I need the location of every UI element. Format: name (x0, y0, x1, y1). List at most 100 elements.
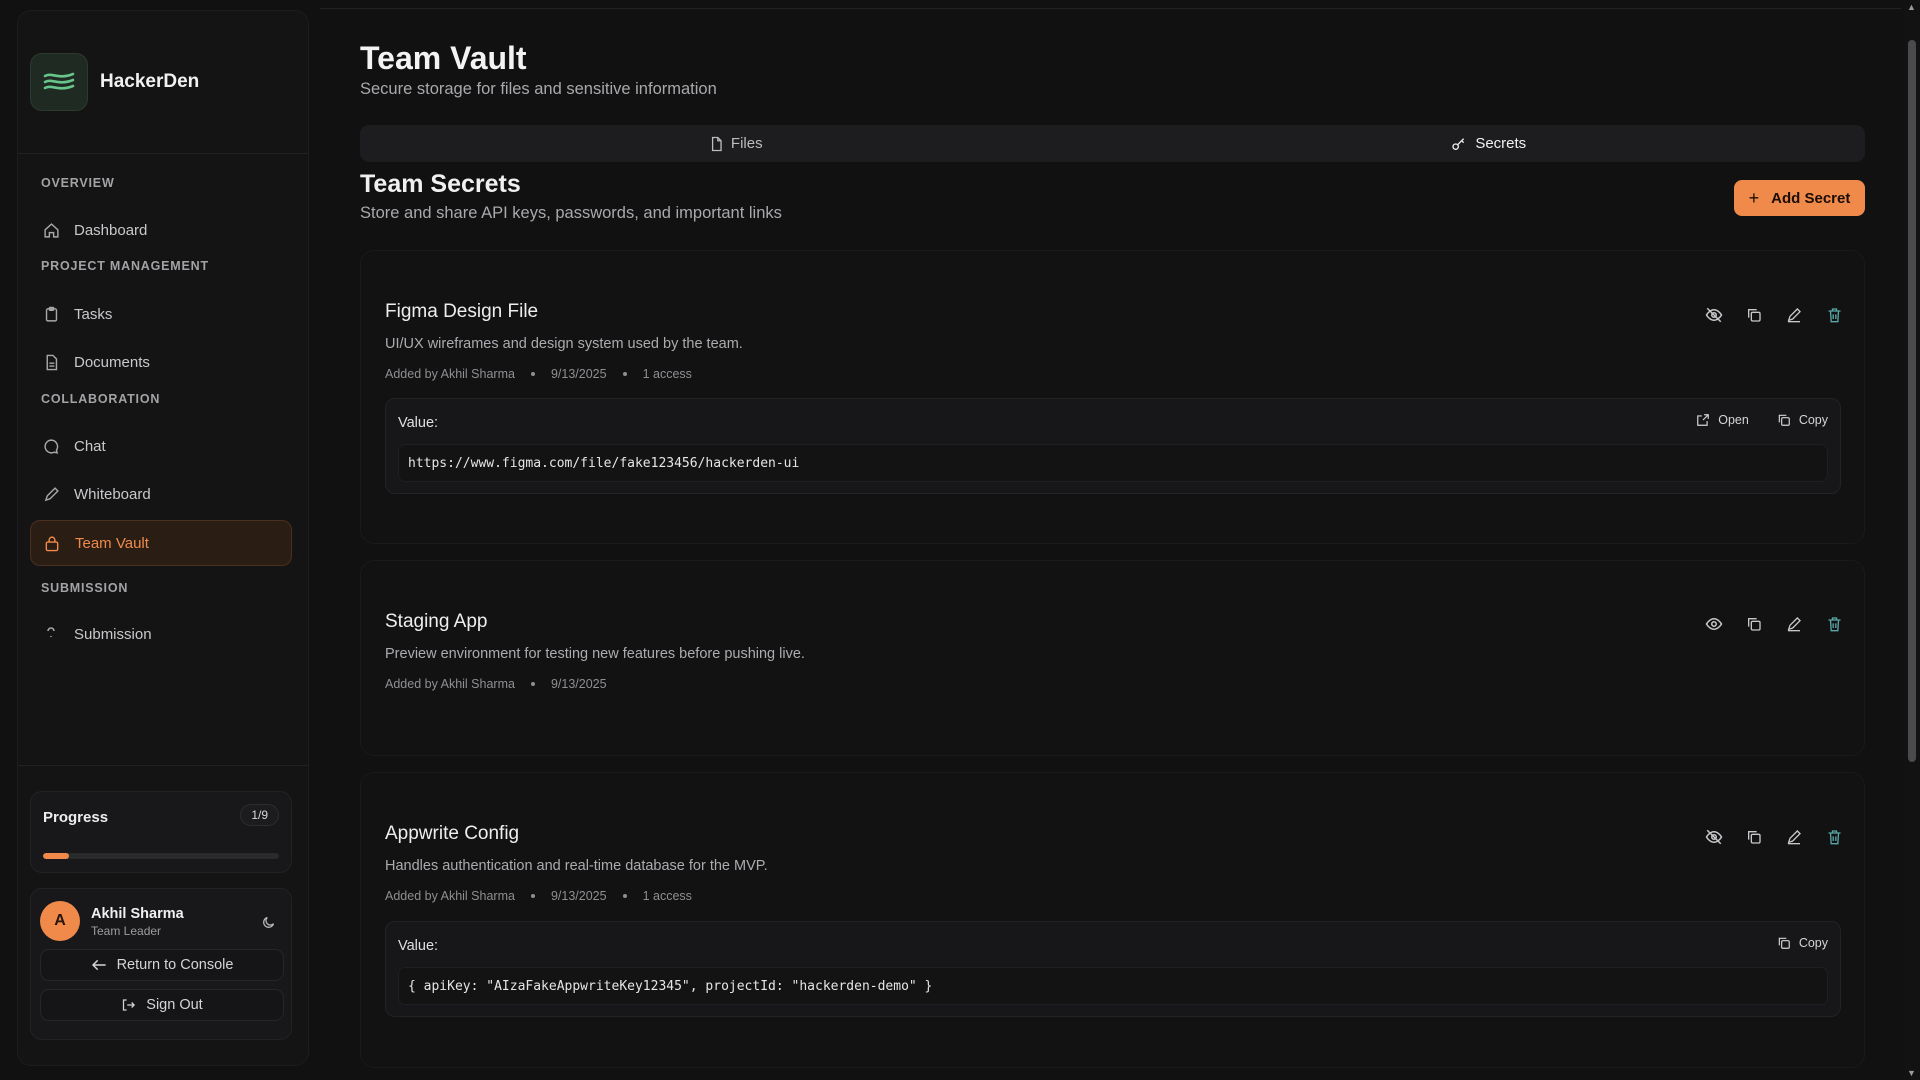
progress-card: Progress 1/9 (30, 791, 292, 873)
sidebar-item-label: Chat (74, 437, 106, 455)
open-button[interactable]: Open (1696, 413, 1749, 427)
tab-label: Files (730, 135, 763, 152)
secret-value-box: Value: Copy { apiKey: "AIzaFakeAppwriteK… (385, 921, 1841, 1017)
tab-secrets[interactable]: Secrets (1113, 125, 1866, 162)
user-card: A Akhil Sharma Team Leader Return to Con… (30, 888, 292, 1040)
file-icon (710, 136, 723, 152)
edit-icon[interactable] (1780, 301, 1808, 329)
section-label-submission: SUBMISSION (41, 581, 129, 595)
value-label: Value: (398, 415, 439, 431)
secret-title: Staging App (385, 611, 488, 632)
app-root: HackerDen OVERVIEW Dashboard PROJECT MAN… (0, 0, 1920, 1080)
value-label: Value: (398, 938, 439, 954)
sidebar-item-dashboard[interactable]: Dashboard (30, 207, 292, 253)
user-name: Akhil Sharma (91, 906, 184, 922)
secret-description: UI/UX wireframes and design system used … (385, 336, 743, 352)
meta-separator (622, 372, 627, 376)
secret-meta: Added by Akhil Sharma 9/13/2025 1 access (385, 367, 692, 381)
tab-files[interactable]: Files (360, 125, 1113, 162)
sidebar-item-label: Tasks (74, 305, 113, 323)
chat-icon (42, 437, 60, 455)
edit-icon[interactable] (1780, 823, 1808, 851)
secret-meta: Added by Akhil Sharma 9/13/2025 (385, 677, 607, 691)
sidebar-item-documents[interactable]: Documents (30, 339, 292, 385)
trash-icon[interactable] (1820, 301, 1848, 329)
hackerden-logo-icon (30, 53, 88, 111)
sidebar: HackerDen OVERVIEW Dashboard PROJECT MAN… (17, 10, 309, 1066)
sidebar-item-label: Documents (74, 353, 150, 371)
sidebar-item-label: Submission (74, 625, 152, 643)
secret-value-field[interactable]: { apiKey: "AIzaFakeAppwriteKey12345", pr… (398, 967, 1828, 1005)
progress-count-badge: 1/9 (240, 804, 279, 826)
sidebar-item-label: Whiteboard (74, 485, 151, 503)
submission-icon (42, 625, 60, 643)
user-role: Team Leader (91, 924, 162, 938)
sidebar-item-team-vault[interactable]: Team Vault (30, 520, 292, 566)
secret-value-field[interactable]: https://www.figma.com/file/fake123456/ha… (398, 444, 1828, 482)
progress-label: Progress (43, 809, 109, 826)
copy-label: Copy (1798, 936, 1828, 950)
sign-out-button[interactable]: Sign Out (40, 989, 284, 1021)
secret-date: 9/13/2025 (550, 889, 607, 903)
copy-button[interactable]: Copy (1777, 936, 1828, 950)
secret-description: Preview environment for testing new feat… (385, 646, 805, 662)
sidebar-item-tasks[interactable]: Tasks (30, 291, 292, 337)
home-icon (42, 221, 60, 239)
sidebar-item-whiteboard[interactable]: Whiteboard (30, 471, 292, 517)
secret-date: 9/13/2025 (550, 367, 607, 381)
value-actions: Open Copy (1668, 413, 1828, 427)
copy-button[interactable]: Copy (1777, 413, 1828, 427)
sidebar-item-submission[interactable]: Submission (30, 611, 292, 657)
sidebar-divider (18, 153, 308, 154)
return-to-console-label: Return to Console (116, 957, 234, 973)
add-secret-label: Add Secret (1771, 189, 1851, 207)
edit-icon[interactable] (1780, 610, 1808, 638)
sidebar-item-chat[interactable]: Chat (30, 423, 292, 469)
secret-actions (1688, 610, 1848, 638)
add-secret-button[interactable]: + Add Secret (1734, 180, 1865, 216)
secret-actions (1688, 301, 1848, 329)
avatar[interactable]: A (40, 901, 80, 941)
secret-access-count: 1 access (642, 889, 692, 903)
tab-label: Secrets (1475, 135, 1527, 152)
brand-name: HackerDen (100, 71, 200, 92)
secret-card: Staging App Preview environment for test… (360, 560, 1865, 756)
secret-title: Appwrite Config (385, 823, 520, 844)
clipboard-icon (42, 305, 60, 323)
moon-icon[interactable] (257, 911, 279, 933)
scrollbar-thumb[interactable] (1908, 40, 1916, 762)
eye-icon[interactable] (1700, 610, 1728, 638)
eye-off-icon[interactable] (1700, 823, 1728, 851)
trash-icon[interactable] (1820, 610, 1848, 638)
secrets-title: Team Secrets (360, 170, 521, 198)
scroll-up-arrow-icon[interactable]: ▲ (1907, 2, 1916, 12)
secret-actions (1688, 823, 1848, 851)
meta-separator (530, 682, 535, 686)
copy-icon (1777, 413, 1791, 427)
document-icon (42, 353, 60, 371)
secret-added-by: Added by Akhil Sharma (385, 367, 515, 381)
secrets-subtitle: Store and share API keys, passwords, and… (360, 204, 782, 222)
secret-added-by: Added by Akhil Sharma (385, 889, 515, 903)
plus-icon: + (1748, 187, 1760, 208)
scroll-down-arrow-icon[interactable]: ▼ (1907, 1068, 1916, 1078)
sign-out-icon (121, 998, 136, 1012)
sidebar-item-label: Dashboard (74, 221, 148, 239)
brand[interactable]: HackerDen (30, 53, 199, 111)
eye-off-icon[interactable] (1700, 301, 1728, 329)
arrow-left-icon (91, 958, 107, 972)
scrollbar[interactable]: ▲ ▼ (1904, 0, 1920, 1080)
duplicate-icon[interactable] (1740, 301, 1768, 329)
value-actions: Copy (1749, 936, 1828, 950)
progress-bar (43, 853, 279, 859)
external-link-icon (1696, 413, 1710, 427)
return-to-console-button[interactable]: Return to Console (40, 949, 284, 981)
duplicate-icon[interactable] (1740, 823, 1768, 851)
section-label-overview: OVERVIEW (41, 176, 115, 190)
meta-separator (530, 894, 535, 898)
trash-icon[interactable] (1820, 823, 1848, 851)
secret-value-box: Value: Open Copy https://www.figma.com/f… (385, 398, 1841, 494)
section-label-collaboration: COLLABORATION (41, 392, 161, 406)
secret-date: 9/13/2025 (550, 677, 607, 691)
duplicate-icon[interactable] (1740, 610, 1768, 638)
